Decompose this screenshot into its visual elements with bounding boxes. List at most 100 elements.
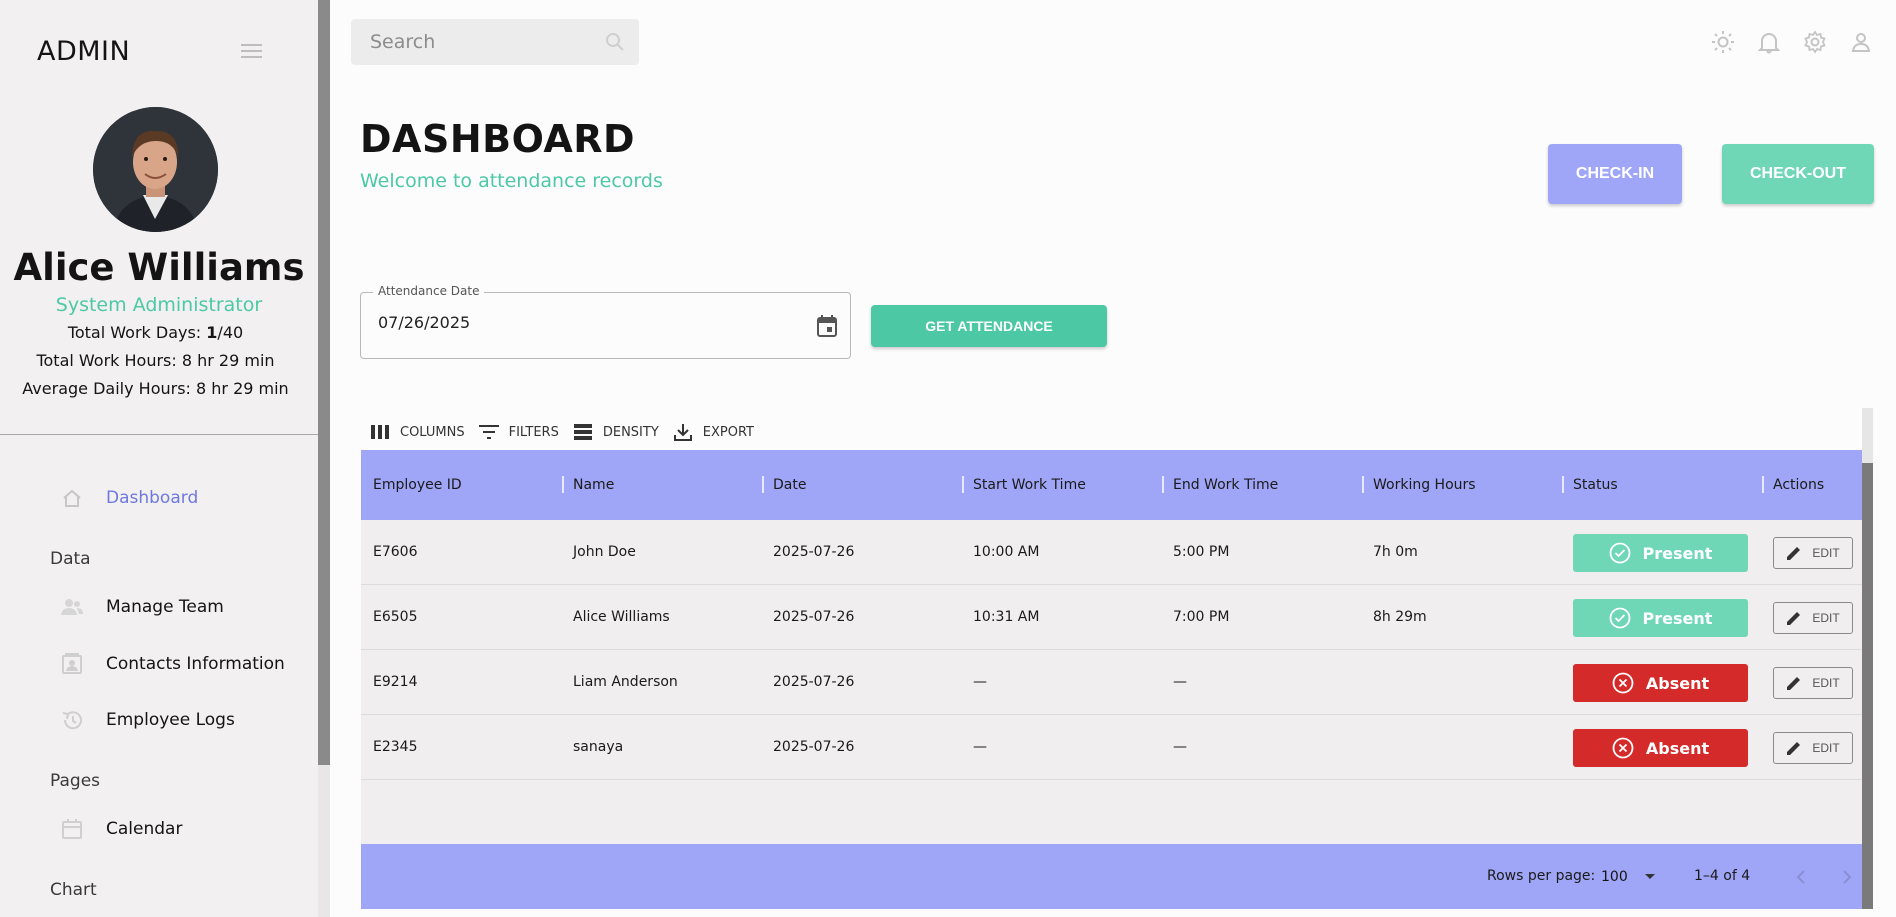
- search-box: [351, 19, 639, 65]
- cell-employee-id: E6505: [373, 609, 418, 625]
- column-separator[interactable]: [1762, 476, 1764, 493]
- cell-name: Alice Williams: [573, 609, 670, 625]
- sidebar-item-calendar[interactable]: Calendar: [56, 815, 182, 843]
- export-label: EXPORT: [702, 424, 754, 440]
- grid-toolbar: COLUMNS FILTERS DENSITY EXPORT: [369, 420, 767, 444]
- sidebar-scrollbar[interactable]: [318, 0, 330, 917]
- pencil-icon: [1786, 545, 1802, 561]
- attendance-date-field: Attendance Date: [360, 284, 851, 359]
- page-scrollbar[interactable]: [1862, 408, 1873, 909]
- search-icon[interactable]: [605, 32, 625, 56]
- calendar-icon: [56, 816, 88, 842]
- sidebar-item-employee-logs[interactable]: Employee Logs: [56, 706, 235, 734]
- previous-page-icon[interactable]: [1788, 864, 1814, 890]
- export-button[interactable]: EXPORT: [672, 422, 754, 442]
- sidebar-item-label: Employee Logs: [106, 710, 235, 730]
- pencil-icon: [1786, 740, 1802, 756]
- edit-button[interactable]: EDIT: [1773, 732, 1853, 764]
- column-separator[interactable]: [562, 476, 564, 493]
- density-icon: [572, 422, 594, 442]
- view-columns-icon: [369, 422, 391, 442]
- settings-icon[interactable]: [1802, 29, 1828, 55]
- check-in-button[interactable]: CHECK-IN: [1548, 144, 1682, 204]
- page-title: DASHBOARD: [360, 117, 636, 161]
- sidebar-item-label: Contacts Information: [106, 654, 285, 674]
- column-separator[interactable]: [962, 476, 964, 493]
- user-icon[interactable]: [1848, 29, 1874, 55]
- sidebar-section-chart: Chart: [50, 880, 97, 900]
- home-icon: [56, 485, 88, 511]
- sidebar-item-manage-team[interactable]: Manage Team: [56, 593, 224, 621]
- rows-per-page-select[interactable]: 100: [1601, 844, 1656, 909]
- stat-average-hours: Average Daily Hours: 8 hr 29 min: [22, 379, 289, 398]
- page-scrollbar-thumb[interactable]: [1862, 463, 1873, 909]
- check-out-button[interactable]: CHECK-OUT: [1722, 144, 1874, 204]
- column-header-status[interactable]: Status: [1573, 450, 1618, 520]
- table-header: Employee ID Name Date Start Work Time En…: [361, 450, 1862, 520]
- column-header-end-work-time[interactable]: End Work Time: [1173, 450, 1278, 520]
- search-input[interactable]: [351, 19, 581, 65]
- stat-work-days: Total Work Days: 1/40: [0, 323, 311, 342]
- column-header-start-work-time[interactable]: Start Work Time: [973, 450, 1086, 520]
- table-row[interactable]: E2345 sanaya 2025-07-26 — — Absent EDIT: [361, 715, 1862, 780]
- table-row[interactable]: E7606 John Doe 2025-07-26 10:00 AM 5:00 …: [361, 520, 1862, 585]
- notifications-icon[interactable]: [1756, 29, 1782, 55]
- check-circle-icon: [1609, 542, 1631, 564]
- history-icon: [56, 707, 88, 733]
- status-badge: Present: [1573, 534, 1748, 572]
- column-separator[interactable]: [1362, 476, 1364, 493]
- sidebar-item-label: Calendar: [106, 819, 183, 839]
- column-header-date[interactable]: Date: [773, 450, 806, 520]
- cell-end-time: —: [1173, 674, 1187, 690]
- column-separator[interactable]: [762, 476, 764, 493]
- chevron-down-icon: [1644, 873, 1656, 881]
- stat-work-hours: Total Work Hours: 8 hr 29 min: [36, 351, 275, 370]
- light-mode-icon[interactable]: [1710, 29, 1736, 55]
- column-header-employee-id[interactable]: Employee ID: [373, 450, 462, 520]
- menu-icon[interactable]: [241, 44, 262, 60]
- status-badge: Present: [1573, 599, 1748, 637]
- filters-button[interactable]: FILTERS: [478, 422, 559, 442]
- cell-end-time: 7:00 PM: [1173, 609, 1230, 625]
- check-circle-icon: [1609, 607, 1631, 629]
- calendar-picker-icon[interactable]: [816, 314, 838, 342]
- cell-date: 2025-07-26: [773, 544, 855, 560]
- next-page-icon[interactable]: [1834, 864, 1860, 890]
- rows-per-page-label: Rows per page:: [1487, 868, 1596, 884]
- sidebar-divider: [0, 434, 318, 435]
- edit-button[interactable]: EDIT: [1773, 602, 1853, 634]
- cell-end-time: —: [1173, 739, 1187, 755]
- column-header-actions[interactable]: Actions: [1773, 450, 1824, 520]
- density-button[interactable]: DENSITY: [572, 422, 659, 442]
- column-header-working-hours[interactable]: Working Hours: [1373, 450, 1476, 520]
- table-row[interactable]: E9214 Liam Anderson 2025-07-26 — — Absen…: [361, 650, 1862, 715]
- sidebar: ADMIN Alice Williams System Administrato…: [0, 0, 318, 917]
- cell-date: 2025-07-26: [773, 739, 855, 755]
- column-separator[interactable]: [1162, 476, 1164, 493]
- filters-label: FILTERS: [508, 424, 559, 440]
- stat-work-days-total: /40: [217, 323, 244, 342]
- cell-name: John Doe: [573, 544, 636, 560]
- cell-working-hours: 8h 29m: [1373, 609, 1427, 625]
- cell-employee-id: E7606: [373, 544, 418, 560]
- table-footer: Rows per page: 100 1–4 of 4: [361, 844, 1862, 909]
- column-separator[interactable]: [1562, 476, 1564, 493]
- sidebar-item-dashboard[interactable]: Dashboard: [56, 484, 198, 512]
- status-badge: Absent: [1573, 664, 1748, 702]
- sidebar-scrollbar-thumb[interactable]: [318, 0, 330, 765]
- cell-employee-id: E2345: [373, 739, 418, 755]
- rows-per-page-value: 100: [1601, 868, 1628, 885]
- sidebar-item-label: Dashboard: [106, 488, 199, 508]
- table-row[interactable]: E6505 Alice Williams 2025-07-26 10:31 AM…: [361, 585, 1862, 650]
- sidebar-item-contacts[interactable]: Contacts Information: [56, 650, 285, 678]
- get-attendance-button[interactable]: GET ATTENDANCE: [871, 305, 1107, 347]
- column-header-name[interactable]: Name: [573, 450, 614, 520]
- profile-name: Alice Williams: [13, 246, 305, 289]
- status-label: Present: [1642, 543, 1713, 563]
- attendance-date-input[interactable]: [378, 313, 778, 332]
- columns-button[interactable]: COLUMNS: [369, 422, 465, 442]
- edit-button[interactable]: EDIT: [1773, 667, 1853, 699]
- download-icon: [672, 422, 694, 442]
- edit-button[interactable]: EDIT: [1773, 537, 1853, 569]
- stat-work-days-value: 1: [206, 323, 218, 342]
